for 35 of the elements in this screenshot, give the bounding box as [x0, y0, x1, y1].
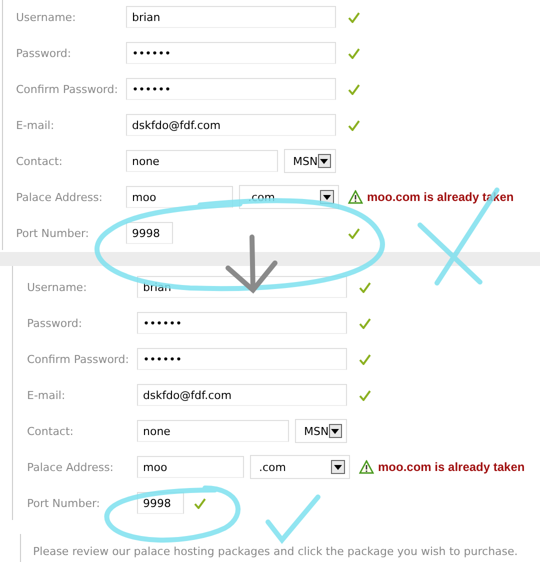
- field-label: Contact:: [16, 154, 64, 168]
- field-label: Port Number:: [16, 226, 90, 240]
- field-label: Username:: [16, 10, 77, 24]
- field-label: E-mail:: [16, 118, 56, 132]
- field-label: Confirm Password:: [16, 82, 119, 96]
- field-label: Confirm Password:: [27, 352, 130, 366]
- text-field[interactable]: none: [126, 150, 278, 172]
- dropdown[interactable]: MSN: [284, 149, 336, 173]
- error-message: moo.com is already taken: [367, 190, 514, 204]
- field-label: E-mail:: [27, 388, 66, 402]
- warning-icon: [348, 190, 363, 204]
- text-field[interactable]: moo: [137, 456, 244, 478]
- field-label: Password:: [16, 46, 72, 60]
- text-field[interactable]: brian: [126, 6, 336, 28]
- dropdown[interactable]: .com: [250, 455, 350, 479]
- text-field[interactable]: ••••••: [137, 348, 347, 370]
- instruction-text: Please review our palace hosting packages and click the package you wish to purchase.: [33, 545, 518, 558]
- warning-icon: [359, 460, 374, 474]
- field-label: Contact:: [27, 424, 75, 438]
- field-label: Username:: [27, 280, 88, 294]
- dropdown[interactable]: MSN: [295, 419, 347, 443]
- field-label: Palace Address:: [27, 460, 115, 474]
- text-field[interactable]: ••••••: [126, 42, 336, 64]
- dropdown[interactable]: .com: [239, 185, 339, 209]
- error-message: moo.com is already taken: [378, 460, 525, 474]
- field-label: Palace Address:: [16, 190, 104, 204]
- text-field[interactable]: ••••••: [137, 312, 347, 334]
- field-label: Password:: [27, 316, 84, 330]
- text-field[interactable]: none: [137, 420, 289, 442]
- text-field[interactable]: ••••••: [126, 78, 336, 100]
- field-label: Port Number:: [27, 496, 102, 510]
- text-field[interactable]: dskfdo@fdf.com: [126, 114, 336, 136]
- checkmark-drawing: [266, 494, 320, 544]
- text-field[interactable]: dskfdo@fdf.com: [137, 384, 347, 406]
- text-field[interactable]: 9998: [126, 222, 173, 244]
